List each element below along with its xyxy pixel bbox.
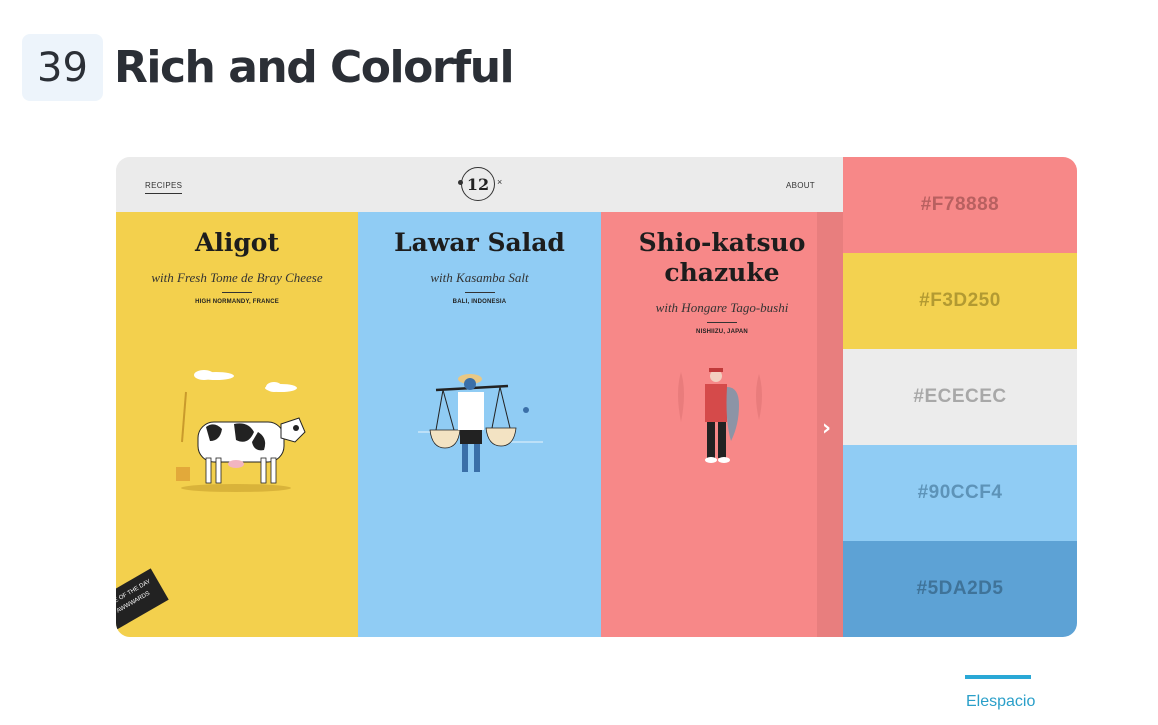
website-screenshot: RECIPES 12 × ABOUT Aligot with Fresh Tom… bbox=[116, 157, 843, 637]
swatch-1: #F78888 bbox=[843, 157, 1077, 253]
recipe-name: Shio-katsuo chazuke bbox=[638, 228, 806, 287]
showcase-card: RECIPES 12 × ABOUT Aligot with Fresh Tom… bbox=[116, 157, 1077, 637]
recipe-panel-aligot[interactable]: Aligot with Fresh Tome de Bray Cheese HI… bbox=[116, 212, 358, 637]
recipe-subtitle: with Fresh Tome de Bray Cheese bbox=[151, 270, 323, 285]
section-heading: 39 Rich and Colorful bbox=[22, 34, 515, 101]
farmer-illustration-icon bbox=[418, 374, 543, 472]
recipe-panel-shio-katsuo[interactable]: Shio-katsuo chazuke with Hongare Tago-bu… bbox=[601, 212, 843, 637]
awwwards-badge[interactable]: SITE OF THE DAY AWWWARDS bbox=[116, 568, 169, 632]
divider bbox=[464, 292, 495, 293]
credit-link[interactable]: Elespacio bbox=[966, 693, 1035, 711]
nav-about-link[interactable]: ABOUT bbox=[786, 181, 815, 190]
site-header: RECIPES 12 × ABOUT bbox=[116, 157, 843, 212]
swatch-4: #90CCF4 bbox=[843, 445, 1077, 541]
color-palette: #F78888 #F3D250 #ECECEC #90CCF4 #5DA2D5 bbox=[843, 157, 1077, 637]
divider bbox=[707, 322, 737, 323]
swatch-3: #ECECEC bbox=[843, 349, 1077, 445]
nav-recipes-link[interactable]: RECIPES bbox=[145, 181, 183, 194]
page-title: Rich and Colorful bbox=[114, 42, 515, 93]
recipe-subtitle: with Hongare Tago-bushi bbox=[655, 300, 789, 315]
recipe-panels: Aligot with Fresh Tome de Bray Cheese HI… bbox=[116, 212, 843, 637]
cow-illustration-icon bbox=[176, 370, 306, 492]
fisherman-illustration-icon bbox=[678, 368, 762, 463]
recipe-location: HIGH NORMANDY, FRANCE bbox=[195, 299, 279, 305]
swatch-5: #5DA2D5 bbox=[843, 541, 1077, 637]
item-number-badge: 39 bbox=[22, 34, 103, 101]
recipe-name: Aligot bbox=[194, 228, 280, 257]
recipe-name: Lawar Salad bbox=[394, 228, 565, 257]
site-logo[interactable]: 12 bbox=[461, 167, 495, 201]
divider bbox=[222, 292, 252, 293]
recipe-location: BALI, INDONESIA bbox=[452, 299, 507, 305]
logo-mark: × bbox=[497, 177, 503, 187]
swatch-2: #F3D250 bbox=[843, 253, 1077, 349]
credit-accent-bar bbox=[965, 675, 1031, 679]
recipe-subtitle: with Kasamba Salt bbox=[430, 270, 529, 285]
recipe-panel-lawar-salad[interactable]: Lawar Salad with Kasamba Salt BALI, INDO… bbox=[358, 212, 601, 637]
recipe-location: NISHIIZU, JAPAN bbox=[696, 329, 748, 335]
next-arrow-icon[interactable]: › bbox=[822, 416, 831, 441]
